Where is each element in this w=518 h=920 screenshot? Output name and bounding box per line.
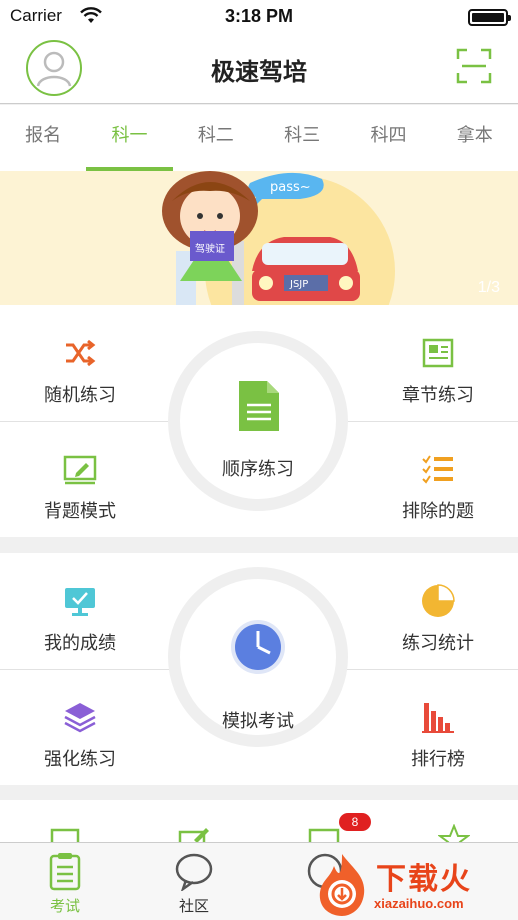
promo-banner[interactable]: pass~ 驾驶证 JSJP 1/3 [0, 171, 518, 305]
nav-exam-label: 考试 [49, 897, 80, 915]
scan-icon[interactable] [456, 48, 492, 84]
edit-screen-icon [63, 455, 97, 485]
practice-stats-label: 练习统计 [402, 633, 474, 654]
clock-icon [231, 620, 285, 674]
notification-badge: 8 [339, 813, 371, 831]
intensive-practice-label: 强化练习 [44, 749, 116, 770]
clipboard-icon [49, 853, 81, 891]
practice-panel: 随机练习 章节练习 背题模式 排除的题 顺序练习 [0, 305, 518, 537]
sequential-practice-button[interactable]: 顺序练习 [168, 331, 348, 511]
nav-exam[interactable]: 考试 [15, 843, 115, 920]
page-title: 极速驾培 [211, 58, 307, 86]
app-header: 极速驾培 [0, 34, 518, 104]
ranking-label: 排行榜 [411, 749, 465, 770]
excluded-questions-label: 排除的题 [402, 501, 474, 522]
status-bar: Carrier 3:18 PM [0, 0, 518, 34]
tab-signup[interactable]: 报名 [0, 105, 86, 171]
mock-exam-button[interactable]: 模拟考试 [168, 567, 348, 747]
intensive-practice-button[interactable]: 强化练习 [0, 679, 160, 779]
battery-icon [468, 9, 511, 26]
tab-subject-one[interactable]: 科一 [86, 105, 173, 171]
nav-community-label: 社区 [178, 897, 209, 915]
subject-tabs: 报名 科一 科二 科三 科四 拿本 [0, 105, 518, 171]
tab-subject-four[interactable]: 科四 [345, 105, 431, 171]
nav-community[interactable]: 社区 [144, 843, 244, 920]
clock: 3:18 PM [224, 6, 294, 26]
banner-illustration: pass~ 驾驶证 JSJP [0, 171, 518, 305]
checklist-icon [422, 455, 453, 484]
tab-subject-three[interactable]: 科三 [259, 105, 345, 171]
bar-chart-icon [422, 703, 454, 733]
exam-panel: 我的成绩 练习统计 强化练习 排行榜 模拟考试 [0, 553, 518, 785]
tab-get-license[interactable]: 拿本 [432, 105, 518, 171]
speech-text: pass~ [270, 180, 311, 195]
practice-stats-button[interactable]: 练习统计 [358, 563, 518, 663]
excluded-questions-button[interactable]: 排除的题 [358, 431, 518, 531]
mock-exam-label: 模拟考试 [222, 711, 294, 732]
document-icon [239, 381, 279, 431]
layers-icon [64, 703, 96, 733]
my-scores-button[interactable]: 我的成绩 [0, 563, 160, 663]
chapter-practice-button[interactable]: 章节练习 [358, 315, 518, 415]
monitor-check-icon [65, 588, 95, 616]
random-practice-button[interactable]: 随机练习 [0, 315, 160, 415]
chapter-practice-label: 章节练习 [402, 385, 474, 406]
flame-logo-icon [319, 854, 365, 916]
watermark-url: xiazaihuo.com [374, 896, 464, 911]
sequential-practice-label: 顺序练习 [222, 459, 294, 480]
plate-text: JSJP [289, 279, 308, 290]
ranking-button[interactable]: 排行榜 [358, 679, 518, 779]
memorize-mode-label: 背题模式 [44, 501, 116, 522]
tab-subject-two[interactable]: 科二 [173, 105, 259, 171]
chapter-icon [422, 338, 454, 368]
banner-page-indicator: 1/3 [477, 279, 500, 296]
sign-text: 驾驶证 [195, 242, 225, 255]
my-scores-label: 我的成绩 [44, 633, 116, 654]
chat-bubble-icon [175, 853, 213, 891]
shuffle-icon [66, 339, 96, 367]
random-practice-label: 随机练习 [44, 385, 116, 406]
memorize-mode-button[interactable]: 背题模式 [0, 431, 160, 531]
watermark: 下载火 xiazaihuo.com [304, 850, 518, 920]
pie-chart-icon [422, 584, 455, 617]
watermark-text: 下载火 [376, 862, 472, 897]
